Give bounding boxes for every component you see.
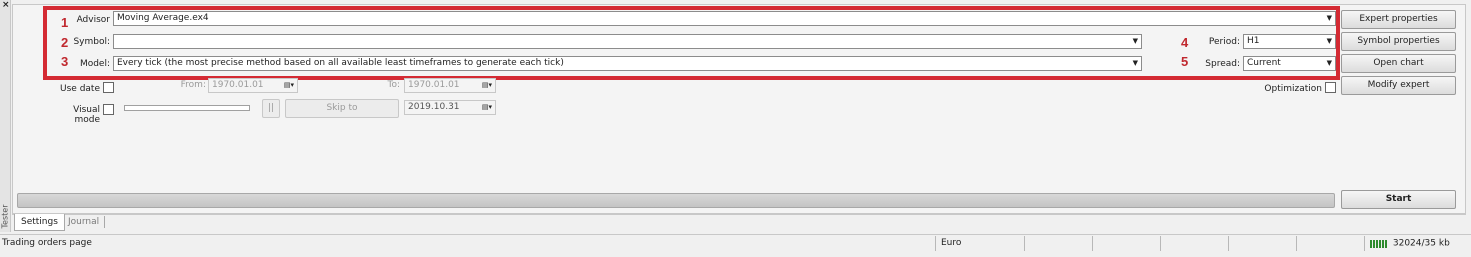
calendar-icon: ▤▾ xyxy=(481,103,492,111)
period-value: H1 xyxy=(1247,36,1260,46)
symbol-label: Symbol: xyxy=(73,37,110,47)
annotation-marker-2: 2 xyxy=(61,35,69,50)
chevron-down-icon: ▼ xyxy=(1326,14,1332,22)
to-date-picker[interactable]: 1970.01.01 ▤▾ xyxy=(404,78,496,93)
annotation-marker-3: 3 xyxy=(61,54,69,69)
period-select[interactable]: H1 ▼ xyxy=(1243,34,1336,49)
traffic-value: 32024/35 kb xyxy=(1392,238,1450,249)
chevron-down-icon: ▼ xyxy=(1132,59,1138,67)
tab-journal[interactable]: Journal xyxy=(62,214,105,231)
status-divider xyxy=(935,236,936,251)
annotation-marker-1: 1 xyxy=(61,15,69,30)
advisor-value: Moving Average.ex4 xyxy=(117,13,209,23)
annotation-marker-5: 5 xyxy=(1181,54,1189,69)
visual-speed-slider[interactable] xyxy=(124,105,250,111)
skip-date-picker[interactable]: 2019.10.31 ▤▾ xyxy=(404,100,496,115)
status-bar xyxy=(0,234,1471,257)
chevron-down-icon: ▼ xyxy=(1326,37,1332,45)
calendar-icon: ▤▾ xyxy=(283,81,294,89)
spread-label: Spread: xyxy=(1205,59,1240,69)
chevron-down-icon: ▼ xyxy=(1132,37,1138,45)
connection-bars-icon xyxy=(1370,240,1387,248)
from-date-picker[interactable]: 1970.01.01 ▤▾ xyxy=(208,78,298,93)
status-divider xyxy=(1024,236,1025,251)
model-label: Model: xyxy=(79,59,110,69)
spread-select[interactable]: Current ▼ xyxy=(1243,56,1336,71)
model-value: Every tick (the most precise method base… xyxy=(117,58,564,68)
start-button[interactable]: Start xyxy=(1341,190,1456,209)
symbol-properties-button[interactable]: Symbol properties xyxy=(1341,32,1456,51)
to-date-value: 1970.01.01 xyxy=(408,80,460,90)
tester-side-strip xyxy=(0,0,11,232)
use-date-label: Use date xyxy=(60,84,100,94)
tab-settings[interactable]: Settings xyxy=(14,214,65,231)
tab-divider xyxy=(104,216,105,228)
connection-status[interactable]: 32024/35 kb xyxy=(1370,238,1450,249)
calendar-icon: ▤▾ xyxy=(481,81,492,89)
chevron-down-icon: ▼ xyxy=(1326,59,1332,67)
pause-button[interactable]: || xyxy=(262,99,280,118)
annotation-marker-4: 4 xyxy=(1181,35,1189,50)
optimization-label: Optimization xyxy=(1264,84,1322,94)
advisor-select[interactable]: Moving Average.ex4 ▼ xyxy=(113,11,1336,26)
status-divider xyxy=(1364,236,1365,251)
modify-expert-button[interactable]: Modify expert xyxy=(1341,76,1456,95)
skip-date-value: 2019.10.31 xyxy=(408,102,460,112)
tabs-bar xyxy=(12,214,1466,232)
close-icon[interactable]: × xyxy=(2,0,10,10)
status-profile: Euro xyxy=(941,238,962,248)
status-divider xyxy=(1092,236,1093,251)
expert-properties-button[interactable]: Expert properties xyxy=(1341,10,1456,29)
status-divider xyxy=(1228,236,1229,251)
status-divider xyxy=(1160,236,1161,251)
status-message: Trading orders page xyxy=(2,238,92,248)
symbol-select[interactable]: ▼ xyxy=(113,34,1142,49)
optimization-checkbox[interactable] xyxy=(1325,82,1336,93)
spread-value: Current xyxy=(1247,58,1281,68)
test-progress-bar xyxy=(17,193,1335,208)
tester-side-label: Tester xyxy=(0,204,10,229)
to-label: To: xyxy=(387,80,400,90)
use-date-checkbox[interactable] xyxy=(103,82,114,93)
open-chart-button[interactable]: Open chart xyxy=(1341,54,1456,73)
visual-mode-checkbox[interactable] xyxy=(103,104,114,115)
status-divider xyxy=(1296,236,1297,251)
skip-to-button[interactable]: Skip to xyxy=(285,99,399,118)
visual-mode-label: Visual mode xyxy=(73,105,100,125)
from-label: From: xyxy=(180,80,206,90)
model-select[interactable]: Every tick (the most precise method base… xyxy=(113,56,1142,71)
advisor-label: Advisor xyxy=(76,15,110,25)
period-label: Period: xyxy=(1208,37,1240,47)
from-date-value: 1970.01.01 xyxy=(212,80,264,90)
